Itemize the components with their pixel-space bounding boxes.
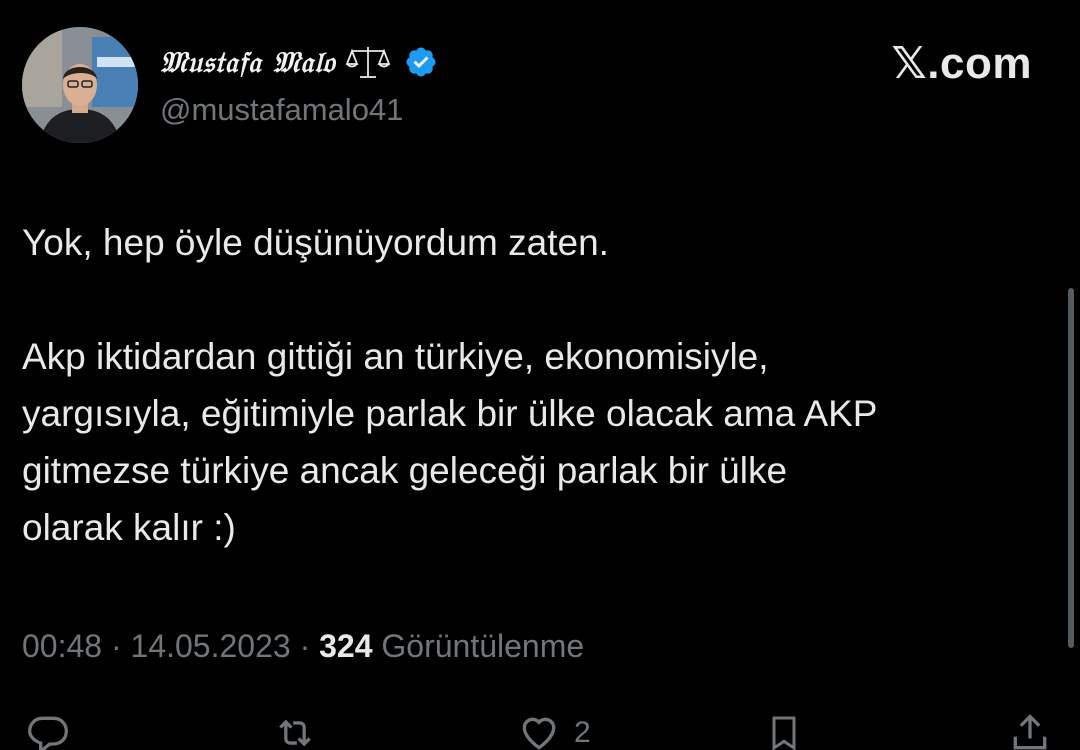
like-button[interactable]: 2 bbox=[516, 711, 591, 750]
tweet-paragraph-2: Akp iktidardan gittiği an türkiye, ekono… bbox=[22, 328, 1042, 556]
brand-logo: 𝕏.com bbox=[891, 39, 1032, 88]
views-count: 324 bbox=[319, 628, 373, 664]
tweet-line: yargısıyla, eğitimiyle parlak bir ülke o… bbox=[22, 393, 878, 434]
avatar-photo bbox=[22, 27, 138, 143]
tweet-paragraph-1: Yok, hep öyle düşünüyordum zaten. bbox=[22, 222, 609, 263]
meta-separator: · bbox=[290, 628, 320, 664]
tweet-line: Akp iktidardan gittiği an türkiye, ekono… bbox=[22, 336, 769, 377]
bookmark-button[interactable] bbox=[764, 711, 804, 750]
scrollbar[interactable] bbox=[1068, 288, 1074, 648]
share-button[interactable] bbox=[1008, 711, 1052, 750]
retweet-icon bbox=[272, 711, 318, 750]
bookmark-icon bbox=[764, 711, 804, 750]
avatar[interactable] bbox=[22, 27, 138, 143]
tweet-actions-bar: 2 bbox=[0, 705, 1080, 750]
heart-icon bbox=[516, 711, 562, 750]
verified-badge-icon[interactable] bbox=[404, 45, 438, 79]
author-name-text[interactable]: 𝔐𝔲𝔰𝔱𝔞𝔣𝔞 𝔐𝔞𝔩𝔬 bbox=[160, 45, 336, 80]
tweet-text: Yok, hep öyle düşünüyordum zaten. Akp ik… bbox=[22, 214, 1042, 556]
tweet-meta: 00:48 · 14.05.2023 · 324 Görüntülenme bbox=[22, 628, 584, 665]
like-count: 2 bbox=[574, 716, 591, 749]
meta-separator: · bbox=[102, 628, 131, 664]
reply-button[interactable] bbox=[26, 711, 70, 750]
share-icon bbox=[1008, 711, 1052, 750]
author-display-name[interactable]: 𝔐𝔲𝔰𝔱𝔞𝔣𝔞 𝔐𝔞𝔩𝔬 bbox=[160, 40, 438, 84]
retweet-button[interactable] bbox=[272, 711, 318, 750]
tweet-time[interactable]: 00:48 bbox=[22, 628, 102, 664]
tweet-date[interactable]: 14.05.2023 bbox=[131, 628, 291, 664]
author-handle[interactable]: @mustafamalo41 bbox=[160, 92, 403, 128]
views-label: Görüntülenme bbox=[381, 628, 585, 664]
tweet-line: gitmezse türkiye ancak geleceği parlak b… bbox=[22, 450, 788, 491]
reply-icon bbox=[26, 711, 70, 750]
scales-icon bbox=[345, 44, 390, 80]
tweet-line: olarak kalır :) bbox=[22, 507, 236, 548]
